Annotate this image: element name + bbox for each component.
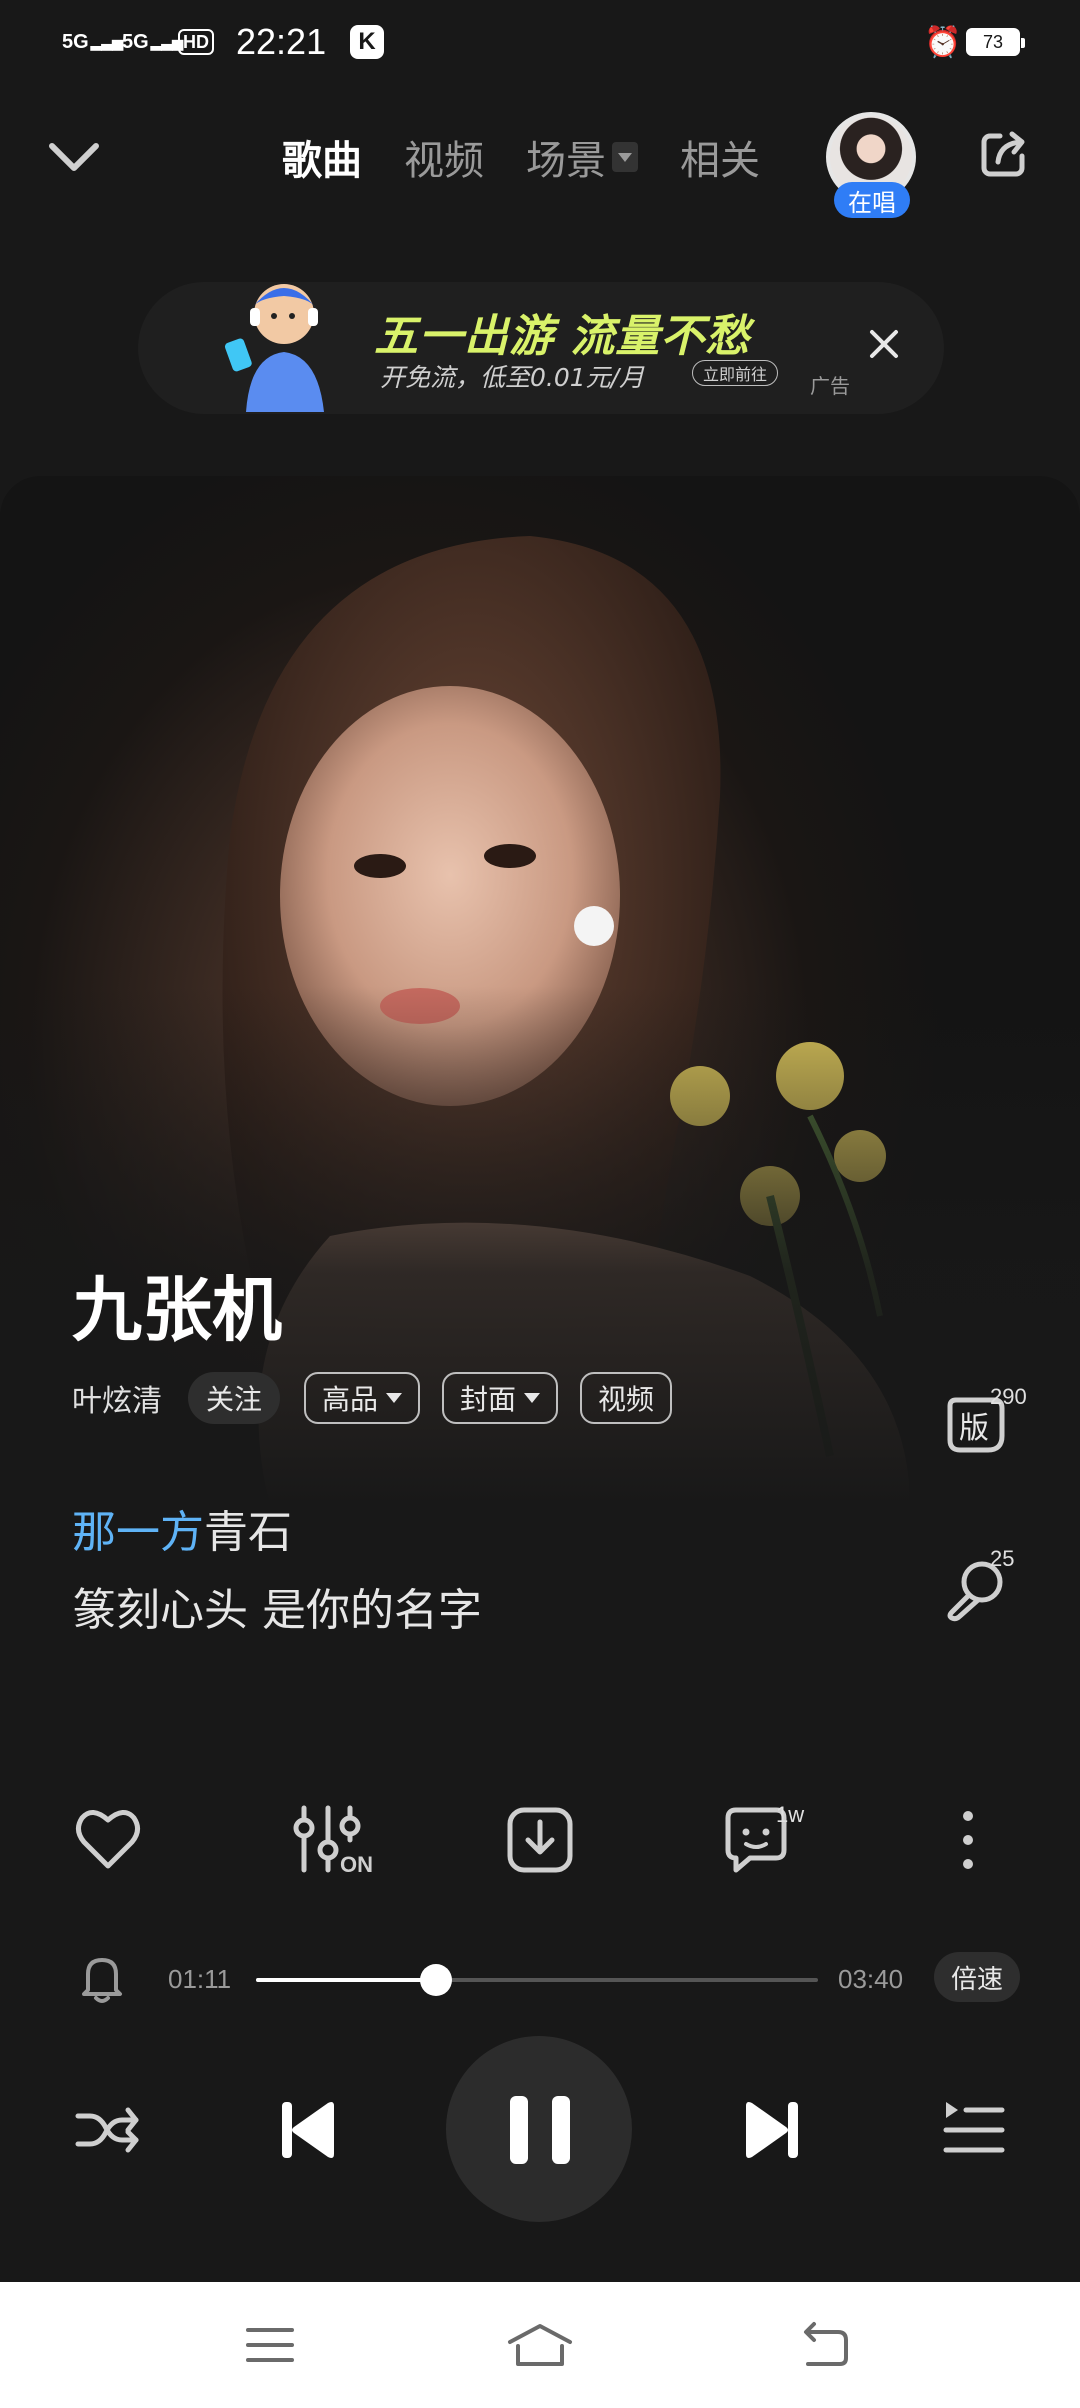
pause-icon — [510, 2096, 570, 2164]
comment-badge: 1w — [776, 1802, 805, 1827]
status-bar: 5G ▂▃▅ 5G ▂▃▅ HD 22:21 K ⏰ 73 — [0, 0, 1080, 84]
version-icon-label: 版 — [959, 1411, 989, 1446]
close-icon[interactable] — [866, 326, 902, 362]
hd-indicator: HD — [178, 29, 214, 55]
dropdown-arrow-icon — [524, 1393, 541, 1403]
app-k-icon: K — [350, 25, 384, 59]
progress-fill — [256, 1978, 436, 1982]
ad-banner[interactable]: 五一出游 流量不愁 开免流，低至0.01元/月 立即前往 广告 — [138, 282, 944, 414]
singing-badge: 在唱 — [834, 182, 910, 218]
action-row: ON — [0, 1800, 1080, 1890]
lyric-current-line[interactable]: 那一方青石 — [72, 1496, 292, 1560]
artist-name[interactable]: 叶炫清 — [72, 1376, 162, 1420]
alarm-icon: ⏰ — [924, 24, 962, 60]
playlist-icon[interactable] — [938, 2094, 1010, 2166]
progress-thumb[interactable] — [419, 1964, 452, 1996]
signal-5g-1: 5G ▂▃▅ — [62, 30, 123, 53]
next-icon[interactable] — [736, 2094, 808, 2166]
ad-label: 广告 — [810, 374, 850, 398]
cartoon-boy-illustration — [224, 284, 324, 412]
lyric-next-line[interactable]: 篆刻心头 是你的名字 — [72, 1574, 482, 1638]
share-icon[interactable] — [976, 126, 1032, 182]
heart-icon[interactable] — [68, 1800, 148, 1880]
ad-subtext: 开免流，低至0.01元/月 — [380, 363, 645, 392]
cover-label: 封面 — [460, 1383, 517, 1416]
lyric-rest: 青石 — [204, 1507, 292, 1558]
current-time: 01:11 — [168, 1964, 232, 1994]
ad-go-button[interactable]: 立即前往 — [692, 360, 778, 386]
svg-text:ON: ON — [340, 1852, 373, 1877]
song-meta-row: 叶炫清 关注 高品 封面 视频 — [72, 1370, 694, 1426]
tab-related[interactable]: 相关 — [680, 128, 760, 186]
clock: 22:21 — [236, 21, 327, 62]
comment-count: 25 — [990, 1546, 1015, 1571]
total-time: 03:40 — [838, 1964, 904, 1994]
dropdown-arrow-icon — [386, 1393, 403, 1403]
caret-down-icon — [612, 142, 638, 172]
tab-video[interactable]: 视频 — [404, 128, 484, 186]
chevron-down-icon[interactable] — [44, 132, 104, 182]
download-icon[interactable] — [500, 1800, 580, 1880]
more-vertical-icon[interactable] — [928, 1800, 1008, 1880]
tab-scene[interactable]: 场景 — [526, 128, 638, 186]
battery-indicator: 73 — [966, 28, 1025, 56]
signal-5g-2: 5G ▂▃▅ — [122, 30, 183, 53]
system-navigation-bar — [0, 2282, 1080, 2408]
bell-icon[interactable] — [78, 1950, 126, 2006]
video-chip[interactable]: 视频 — [580, 1372, 673, 1424]
singing-avatar-button[interactable]: 在唱 — [826, 112, 916, 222]
speed-button[interactable]: 倍速 — [934, 1952, 1020, 2002]
back-icon[interactable] — [794, 2320, 854, 2370]
cover-fade — [0, 986, 1080, 1506]
tab-bar: 歌曲 视频 场景 相关 — [282, 128, 802, 186]
previous-icon[interactable] — [272, 2094, 344, 2166]
tab-song[interactable]: 歌曲 — [282, 128, 362, 186]
home-icon[interactable] — [504, 2320, 576, 2370]
tab-scene-label: 场景 — [526, 138, 606, 184]
quality-label: 高品 — [322, 1383, 379, 1416]
lyric-highlight: 那一方 — [72, 1507, 204, 1558]
top-navigation: 歌曲 视频 场景 相关 在唱 — [0, 110, 1080, 218]
progress-row: 01:11 03:40 倍速 — [0, 1950, 1080, 2010]
progress-track[interactable] — [256, 1964, 818, 1996]
menu-icon[interactable] — [240, 2320, 300, 2370]
song-title: 九张机 — [72, 1269, 282, 1351]
equalizer-on-icon[interactable]: ON — [288, 1800, 388, 1880]
cover-chip[interactable]: 封面 — [442, 1372, 559, 1424]
quality-chip[interactable]: 高品 — [304, 1372, 421, 1424]
version-count: 290 — [990, 1384, 1027, 1409]
follow-button[interactable]: 关注 — [188, 1372, 281, 1424]
shuffle-icon[interactable] — [72, 2094, 144, 2166]
ad-headline: 五一出游 流量不愁 — [374, 311, 751, 362]
